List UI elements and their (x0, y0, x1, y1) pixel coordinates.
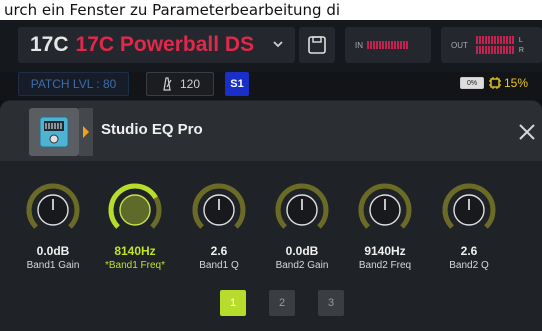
knob-5[interactable]: 9140Hz Band2 Freq (347, 180, 423, 271)
input-meter: IN (345, 27, 431, 63)
preset-selector[interactable]: 17C 17C Powerball DS (18, 27, 295, 63)
preset-number: 17C (30, 33, 69, 56)
system-status: 0% 15% (460, 74, 528, 92)
metronome-icon (163, 77, 172, 91)
knob-label: *Band1 Freq* (104, 260, 166, 271)
cpu-chip-icon (489, 77, 501, 89)
save-icon (308, 36, 326, 54)
knob-dial-icon (26, 183, 80, 229)
knob-1[interactable]: 0.0dB Band1 Gain (15, 180, 91, 271)
input-meter-label: IN (355, 40, 363, 50)
cpu-usage: 15% (488, 76, 528, 90)
block-selector[interactable] (29, 108, 79, 156)
knob-dial-icon (442, 183, 496, 229)
output-meter: OUT L R (441, 27, 542, 63)
knob-2[interactable]: 8140Hz *Band1 Freq* (97, 180, 173, 271)
caption-text: urch ein Fenster zu Parameterbearbeitung… (0, 0, 542, 20)
knob-label: Band1 Q (199, 260, 239, 271)
page-selector: 123 (220, 290, 344, 316)
knob-6[interactable]: 2.6 Band2 Q (431, 180, 507, 271)
page-button-3[interactable]: 3 (318, 290, 344, 316)
chevron-right-icon (83, 126, 89, 138)
tempo-button[interactable]: 120 (146, 72, 214, 96)
block-expand-arrow[interactable] (79, 108, 93, 156)
knob-label: Band1 Gain (26, 260, 80, 271)
knob-3[interactable]: 2.6 Band1 Q (181, 180, 257, 271)
preset-name: 17C Powerball DS (75, 33, 255, 56)
knob-value: 2.6 (460, 244, 478, 258)
output-right-label: R (518, 46, 524, 54)
battery-value: 0% (466, 79, 478, 87)
knob-value: 8140Hz (114, 244, 156, 258)
knob-label: Band2 Q (449, 260, 489, 271)
eq-pedal-icon (39, 116, 69, 148)
knob-dial-icon (358, 183, 412, 229)
knob-value: 0.0dB (36, 244, 70, 258)
knob-value: 9140Hz (364, 244, 406, 258)
save-button[interactable] (299, 27, 335, 63)
page-button-1[interactable]: 1 (220, 290, 246, 316)
output-meter-right: R (472, 46, 524, 54)
cpu-value: 15% (504, 76, 529, 90)
output-left-label: L (518, 36, 523, 44)
snapshot-button[interactable]: S1 (225, 72, 249, 96)
close-icon[interactable] (516, 121, 538, 143)
knob-label: Band2 Gain (275, 260, 329, 271)
knob-label: Band2 Freq (358, 260, 412, 271)
knob-4[interactable]: 0.0dB Band2 Gain (264, 180, 340, 271)
chevron-down-icon (273, 41, 283, 48)
patch-level-button[interactable]: PATCH LVL : 80 (18, 72, 129, 96)
output-meter-label: OUT (451, 40, 468, 50)
block-title: Studio EQ Pro (101, 121, 203, 138)
knob-dial-icon (275, 183, 329, 229)
knob-value: 2.6 (210, 244, 228, 258)
battery-icon: 0% (460, 77, 484, 89)
knob-value: 0.0dB (285, 244, 319, 258)
knob-dial-icon (192, 183, 246, 229)
output-meter-left: L (472, 36, 524, 44)
input-meter-bars (367, 41, 408, 49)
knob-dial-icon (108, 183, 162, 229)
tempo-value: 120 (179, 77, 201, 91)
page-button-2[interactable]: 2 (269, 290, 295, 316)
